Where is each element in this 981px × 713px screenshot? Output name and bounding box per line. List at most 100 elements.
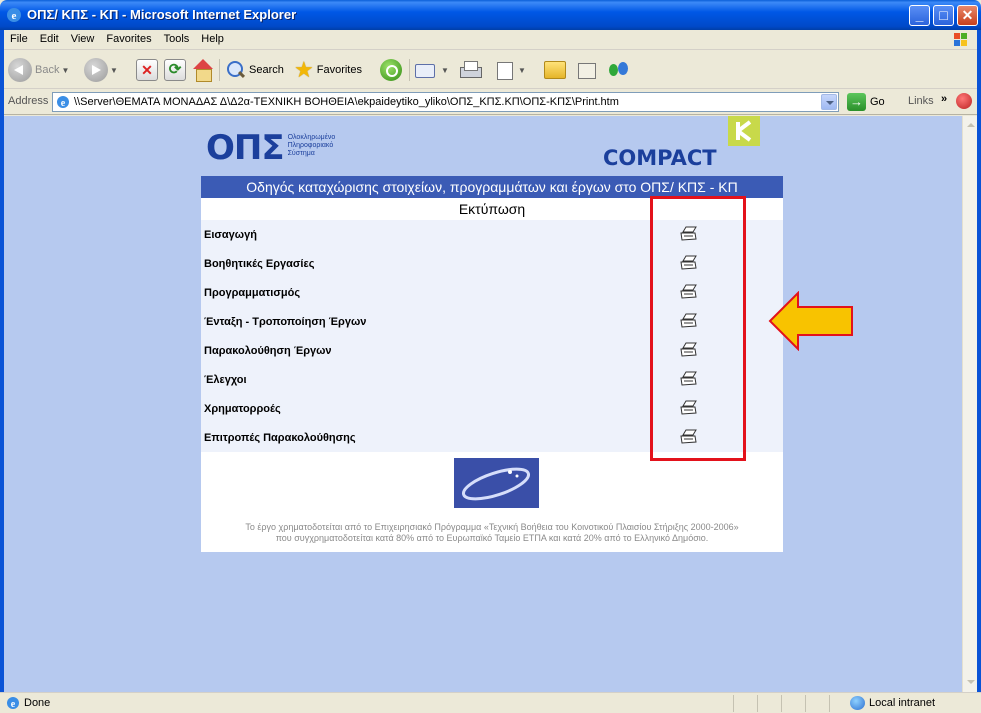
favorites-label: Favorites [316,64,362,76]
address-bar: Address e \\Server\ΘΕΜΑΤΑ ΜΟΝΑΔΑΣ Δ\Δ2α-… [4,89,977,115]
item-label: Προγραμματισμός [204,286,301,299]
scroll-up-icon[interactable] [964,118,977,133]
mail-dropdown-icon[interactable]: ▼ [441,66,449,75]
mail-button[interactable]: ▼ [415,56,449,84]
maximize-icon: □ [939,7,948,23]
compact-logo-icon [728,116,760,146]
left-arrow-icon [768,291,853,351]
guide-title-bar: Οδηγός καταχώρισης στοιχείων, προγραμμάτ… [201,176,783,198]
page-viewport: ΟΠΣ Ολοκληρωμένο Πληροφοριακό Σύστημα CO… [4,116,962,692]
intranet-globe-icon [850,696,865,710]
item-label: Παρακολούθηση Έργων [204,344,332,357]
back-dropdown-icon[interactable]: ▼ [61,66,69,75]
ops-logo: ΟΠΣ Ολοκληρωμένο Πληροφοριακό Σύστημα [206,128,336,168]
stop-icon [136,59,158,81]
page-footer: Το έργο χρηματοδοτείται από το Επιχειρησ… [201,452,783,552]
page-icon: e [57,96,69,109]
home-button[interactable] [192,56,214,84]
scroll-down-icon[interactable] [964,675,977,690]
refresh-button[interactable] [164,56,186,84]
favorites-star-icon: ★ [294,57,314,82]
menu-help[interactable]: Help [195,30,230,45]
window-border-right [977,30,981,692]
edit-dropdown-icon[interactable]: ▼ [518,66,526,75]
go-arrow-icon [847,93,866,111]
go-button[interactable]: Go [847,93,885,111]
folder-button[interactable] [544,56,566,84]
tagline-line: Ολοκληρωμένο [287,134,336,141]
security-zone: Local intranet [846,696,935,710]
menu-file[interactable]: File [4,30,34,45]
vertical-scrollbar[interactable] [962,116,977,692]
standard-toolbar: Back ▼ ▼ Search ★ Favorites ▼ ▼ [4,51,977,89]
window-titlebar[interactable]: e ΟΠΣ/ ΚΠΣ - ΚΠ - Microsoft Internet Exp… [0,0,981,30]
print-button[interactable] [459,56,482,84]
tagline-line: Πληροφοριακό [287,142,334,149]
funding-note-line: που συγχρηματοδοτείται κατά 80% από το Ε… [275,533,709,543]
research-button[interactable] [576,56,598,84]
svg-text:e: e [12,10,17,22]
media-icon [380,59,402,81]
links-label[interactable]: Links [908,95,934,107]
tagline-line: Σύστημα [287,150,315,157]
links-chevron-icon[interactable]: » [941,93,947,105]
address-input[interactable]: e \\Server\ΘΕΜΑΤΑ ΜΟΝΑΔΑΣ Δ\Δ2α-ΤΕΧΝΙΚΗ … [52,92,839,112]
page-status-icon: e [7,697,19,710]
printer-icon [459,60,482,80]
ops-logo-tagline: Ολοκληρωμένο Πληροφοριακό Σύστημα [288,134,336,158]
highlight-box [650,196,746,461]
svg-text:e: e [61,98,66,109]
search-icon [226,60,246,80]
edit-page-icon [494,60,516,80]
forward-dropdown-icon[interactable]: ▼ [110,66,118,75]
status-cell [733,695,734,712]
menu-view[interactable]: View [65,30,101,45]
menu-bar: File Edit View Favorites Tools Help [4,30,977,50]
address-label: Address [8,95,49,107]
minimize-button[interactable]: _ [909,5,930,26]
toolbar-separator [409,59,410,81]
forward-arrow-icon [84,58,108,82]
extension-icon[interactable] [956,93,972,109]
stop-button[interactable] [136,56,158,84]
address-dropdown-button[interactable] [821,94,837,110]
mail-icon [415,61,439,79]
item-label: Έλεγχοι [204,373,247,386]
status-cell [757,695,758,712]
research-icon [576,60,598,80]
messenger-icon [608,60,630,80]
technical-assistance-logo [454,458,539,508]
item-label: Εισαγωγή [204,228,257,241]
media-button[interactable] [380,56,402,84]
svg-text:e: e [11,699,16,710]
maximize-button[interactable]: □ [933,5,954,26]
favorites-button[interactable]: ★ Favorites [294,56,362,84]
status-cell [805,695,806,712]
forward-button[interactable]: ▼ [84,56,118,84]
menu-favorites[interactable]: Favorites [100,30,157,45]
zone-label: Local intranet [869,697,936,709]
item-label: Χρηματορροές [204,402,281,415]
menu-tools[interactable]: Tools [158,30,196,45]
item-label: Βοηθητικές Εργασίες [204,257,315,270]
toolbar-separator [219,59,220,81]
messenger-button[interactable] [608,56,630,84]
minimize-icon: _ [915,7,924,23]
back-button[interactable]: Back ▼ [8,56,69,84]
menu-edit[interactable]: Edit [34,30,65,45]
ops-logo-letters: ΟΠΣ [206,128,285,168]
funding-note: Το έργο χρηματοδοτείται από το Επιχειρησ… [201,522,783,544]
refresh-icon [164,59,186,81]
folder-icon [544,61,566,79]
address-url: \\Server\ΘΕΜΑΤΑ ΜΟΝΑΔΑΣ Δ\Δ2α-ΤΕΧΝΙΚΗ ΒΟ… [74,96,619,108]
edit-button[interactable]: ▼ [494,56,526,84]
close-button[interactable]: ✕ [957,5,978,26]
close-icon: ✕ [961,7,974,23]
compact-logo-text: COMPACT [603,146,717,170]
search-button[interactable]: Search [226,56,284,84]
back-label: Back [35,64,60,76]
funding-note-line: Το έργο χρηματοδοτείται από το Επιχειρησ… [245,522,739,532]
ie-icon: e [7,8,21,22]
status-cell [781,695,782,712]
status-cell [829,695,830,712]
